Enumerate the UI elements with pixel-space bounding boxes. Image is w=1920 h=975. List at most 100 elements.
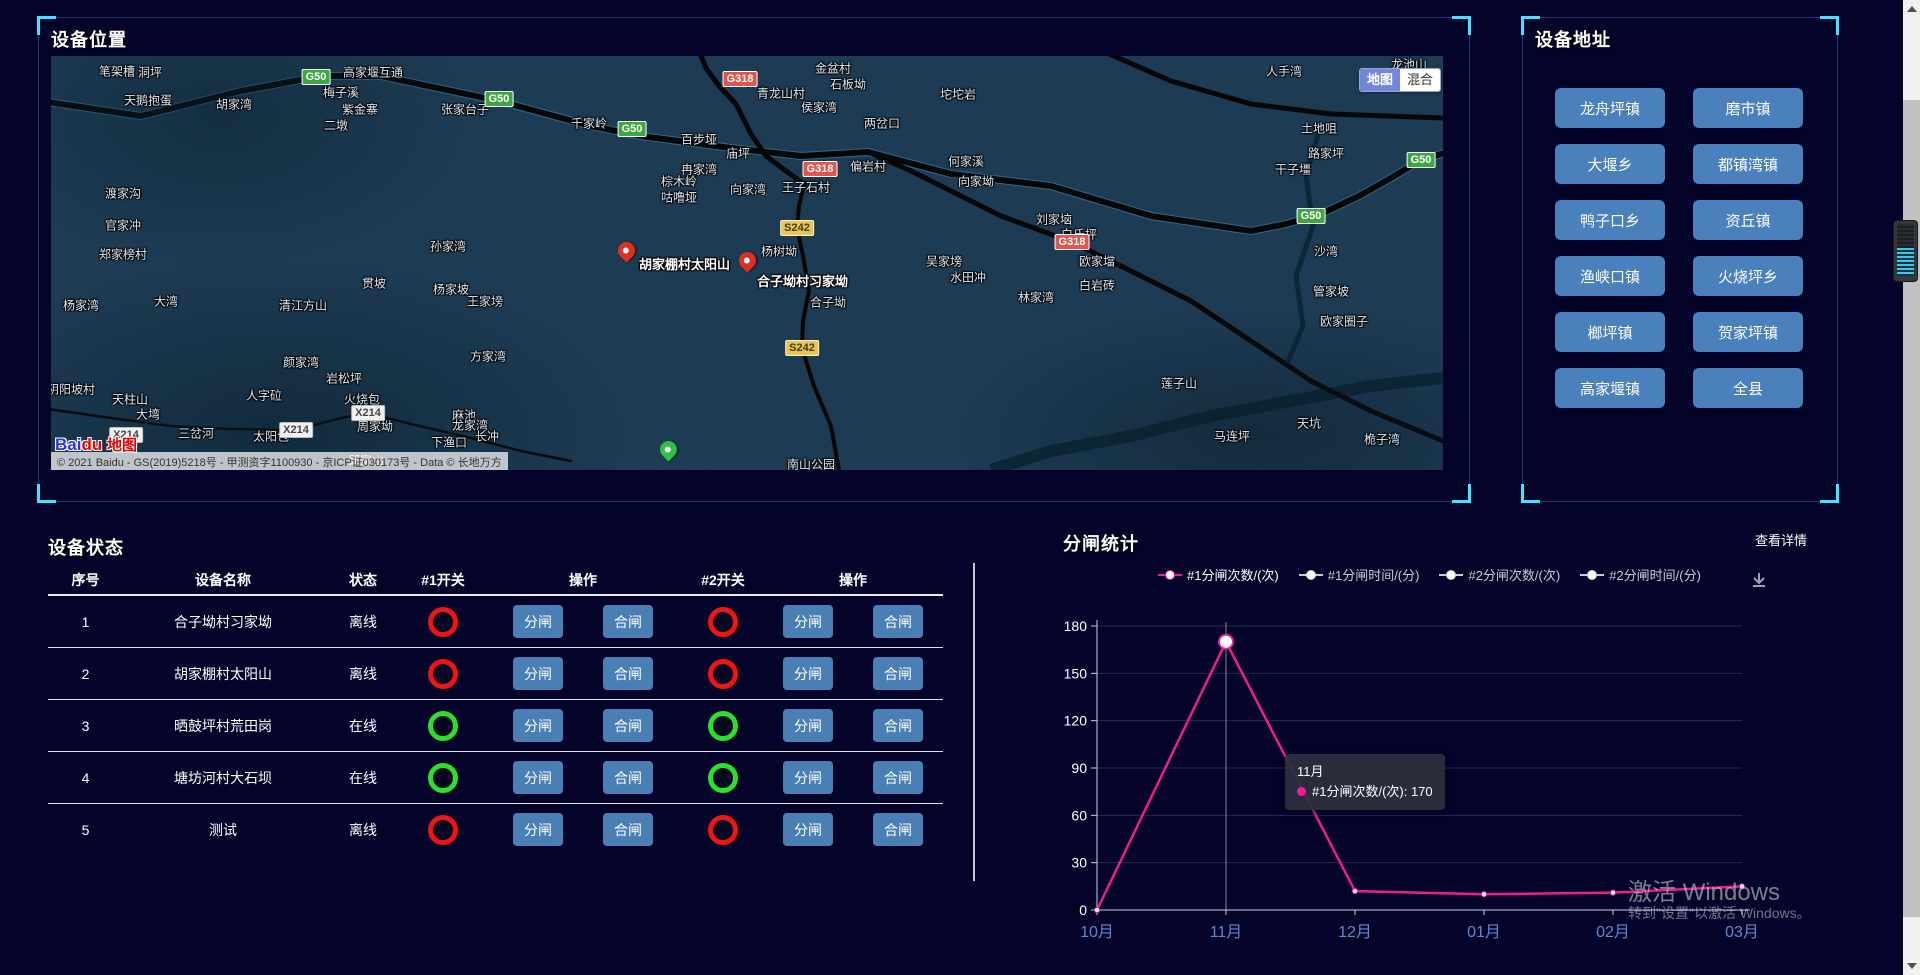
scroll-down-arrow[interactable]: [1907, 963, 1917, 969]
map-place-label: 杨家坡: [433, 281, 469, 298]
map-type-control[interactable]: 地图混合: [1359, 68, 1441, 92]
data-point[interactable]: [1352, 888, 1357, 893]
close-switch-button[interactable]: 合闸: [873, 761, 923, 794]
map-place-label: 王子石村: [782, 179, 830, 196]
close-switch-button[interactable]: 合闸: [603, 657, 653, 690]
x-axis-label: 03月: [1725, 924, 1759, 941]
addr-button[interactable]: 龙舟坪镇: [1555, 88, 1665, 128]
addr-button[interactable]: 渔峡口镇: [1555, 256, 1665, 296]
table-header: 序号设备名称状态#1开关操作#2开关操作: [48, 566, 943, 596]
scroll-up-arrow[interactable]: [1907, 6, 1917, 12]
x-axis-label: 12月: [1338, 924, 1372, 941]
map-place-label: 杨树坳: [761, 243, 797, 260]
close-switch-button[interactable]: 合闸: [603, 813, 653, 846]
highlighted-data-point[interactable]: [1219, 635, 1233, 649]
open-switch-button[interactable]: 分闸: [783, 709, 833, 742]
view-details-link[interactable]: 查看详情: [1755, 530, 1807, 549]
close-switch-button[interactable]: 合闸: [873, 813, 923, 846]
data-point[interactable]: [1481, 892, 1486, 897]
map-place-label: 大塆: [136, 406, 160, 423]
legend-item[interactable]: #1分闸时间/(分): [1299, 565, 1420, 584]
legend-marker-icon: [1158, 570, 1182, 580]
open-switch-button[interactable]: 分闸: [783, 813, 833, 846]
chart-panel-title: 分闸统计: [1063, 530, 1139, 556]
legend-marker-icon: [1299, 570, 1323, 580]
device-status: 在线: [323, 716, 403, 736]
page-scrollbar[interactable]: [1903, 0, 1920, 975]
addr-button[interactable]: 火烧坪乡: [1693, 256, 1803, 296]
addr-button[interactable]: 都镇湾镇: [1693, 144, 1803, 184]
map-place-label: 庙坪: [726, 145, 750, 162]
road-badge-g318: G318: [1055, 234, 1090, 250]
close-switch-button[interactable]: 合闸: [873, 657, 923, 690]
device-status-table: 序号设备名称状态#1开关操作#2开关操作1合子坳村习家坳离线分闸合闸分闸合闸2胡…: [48, 566, 943, 855]
addr-button[interactable]: 高家堰镇: [1555, 368, 1665, 408]
device-status: 在线: [323, 768, 403, 788]
chart-legend: #1分闸次数/(次) #1分闸时间/(分) #2分闸次数/(次) #2分闸时间/(分): [1158, 565, 1701, 584]
open-switch-button[interactable]: 分闸: [783, 761, 833, 794]
close-switch-button[interactable]: 合闸: [603, 761, 653, 794]
open-switch-button[interactable]: 分闸: [513, 761, 563, 794]
column-header: 操作: [763, 570, 943, 590]
switch2-indicator-green: [708, 763, 738, 793]
open-switch-button[interactable]: 分闸: [513, 709, 563, 742]
device-status: 离线: [323, 612, 403, 632]
corner-decoration: [1521, 484, 1540, 503]
addr-button[interactable]: 磨市镇: [1693, 88, 1803, 128]
map-place-label: 郑家榜村: [99, 246, 147, 263]
close-switch-button[interactable]: 合闸: [603, 605, 653, 638]
map-type-option-alt[interactable]: 混合: [1400, 69, 1440, 91]
addr-button[interactable]: 贺家坪镇: [1693, 312, 1803, 352]
legend-item[interactable]: #2分闸时间/(分): [1580, 565, 1701, 584]
y-axis-label: 30: [1071, 855, 1087, 871]
addr-button[interactable]: 全县: [1693, 368, 1803, 408]
column-header: 序号: [48, 570, 123, 590]
map-place-label: 渡家沟: [105, 185, 141, 202]
data-point[interactable]: [1094, 907, 1099, 912]
y-axis-label: 0: [1079, 902, 1087, 918]
open-switch-button[interactable]: 分闸: [513, 657, 563, 690]
data-point[interactable]: [1610, 890, 1615, 895]
legend-item[interactable]: #2分闸次数/(次): [1439, 565, 1560, 584]
addr-button[interactable]: 鸭子口乡: [1555, 200, 1665, 240]
device-name: 胡家棚村太阳山: [123, 664, 323, 684]
legend-item[interactable]: #1分闸次数/(次): [1158, 565, 1279, 584]
map-copyright: © 2021 Baidu - GS(2019)5218号 - 甲测资字11009…: [51, 452, 508, 470]
map-place-label: 向家湾: [730, 181, 766, 198]
y-axis-label: 180: [1064, 618, 1088, 634]
map-place-label: 侯家湾: [801, 99, 837, 116]
column-header: #2开关: [683, 570, 763, 590]
device-status: 离线: [323, 820, 403, 840]
corner-decoration: [1820, 16, 1839, 35]
corner-decoration: [37, 484, 56, 503]
addr-button[interactable]: 大堰乡: [1555, 144, 1665, 184]
map-place-label: 贯坡: [362, 275, 386, 292]
map-place-label: 梅子溪: [323, 84, 359, 101]
legend-label: #2分闸次数/(次): [1468, 565, 1560, 584]
road-badge-g50: G50: [485, 91, 514, 107]
map-type-option-active[interactable]: 地图: [1360, 69, 1400, 91]
road-badge-x214: X214: [351, 405, 385, 421]
map-panel-title: 设备位置: [51, 26, 127, 52]
table-scrollbar[interactable]: [973, 563, 975, 881]
close-switch-button[interactable]: 合闸: [603, 709, 653, 742]
table-row: 5测试离线分闸合闸分闸合闸: [48, 804, 943, 855]
device-name: 塘坊河村大石坝: [123, 768, 323, 788]
open-switch-button[interactable]: 分闸: [513, 813, 563, 846]
map-place-label: 刘家垴: [1036, 211, 1072, 228]
row-index: 5: [48, 822, 123, 838]
map-place-label: 白岩砖: [1079, 277, 1115, 294]
open-switch-button[interactable]: 分闸: [783, 657, 833, 690]
map-marker-label: 合子坳村习家坳: [757, 271, 848, 290]
map-place-label: 路家坪: [1308, 145, 1344, 162]
row-index: 4: [48, 770, 123, 786]
map-place-label: 欧家圈子: [1320, 313, 1368, 330]
close-switch-button[interactable]: 合闸: [873, 709, 923, 742]
baidu-map[interactable]: 笔架槽洞坪天鹅抱蛋胡家湾高家堰互通梅子溪紫金寨二墩张家台子金盆村石板坳青龙山村坨…: [51, 56, 1443, 470]
addr-button[interactable]: 资丘镇: [1693, 200, 1803, 240]
open-switch-button[interactable]: 分闸: [513, 605, 563, 638]
close-switch-button[interactable]: 合闸: [873, 605, 923, 638]
addr-button[interactable]: 榔坪镇: [1555, 312, 1665, 352]
open-switch-button[interactable]: 分闸: [783, 605, 833, 638]
download-icon[interactable]: [1750, 571, 1768, 589]
